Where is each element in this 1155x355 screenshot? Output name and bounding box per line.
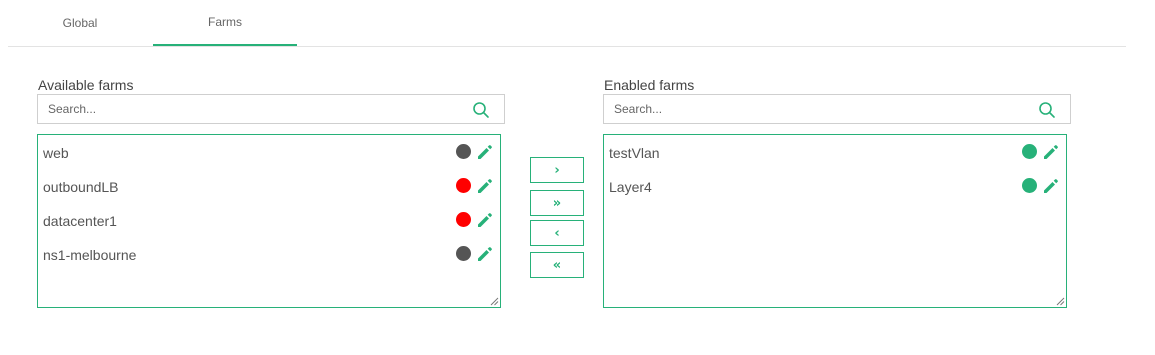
enabled-search-box — [603, 94, 1071, 124]
available-farms-title: Available farms — [38, 77, 134, 93]
edit-pencil-icon[interactable] — [1042, 143, 1060, 161]
list-item[interactable]: web — [38, 137, 500, 171]
status-dot-icon — [456, 246, 471, 261]
enabled-search-input[interactable] — [604, 95, 1024, 123]
enabled-farms-list[interactable]: testVlan Layer4 — [603, 134, 1067, 308]
search-icon[interactable] — [1038, 101, 1056, 119]
list-item[interactable]: outboundLB — [38, 171, 500, 205]
resize-handle-icon[interactable] — [489, 296, 499, 306]
status-dot-icon — [1022, 144, 1037, 159]
move-all-left-button[interactable]: « — [530, 252, 584, 278]
resize-handle-icon[interactable] — [1055, 296, 1065, 306]
move-selected-left-button[interactable]: ‹ — [530, 220, 584, 246]
available-search-input[interactable] — [38, 95, 458, 123]
farm-name: datacenter1 — [43, 213, 117, 229]
edit-pencil-icon[interactable] — [476, 143, 494, 161]
list-item[interactable]: datacenter1 — [38, 205, 500, 239]
farm-name: web — [43, 145, 69, 161]
move-selected-right-button[interactable]: › — [530, 157, 584, 183]
edit-pencil-icon[interactable] — [476, 211, 494, 229]
move-all-right-button[interactable]: » — [530, 190, 584, 216]
edit-pencil-icon[interactable] — [476, 245, 494, 263]
list-item[interactable]: ns1-melbourne — [38, 239, 500, 273]
available-farms-list[interactable]: web outboundLB datacenter1 ns1-melbourne — [37, 134, 501, 308]
enabled-farms-title: Enabled farms — [604, 77, 695, 93]
status-dot-icon — [456, 144, 471, 159]
list-item[interactable]: Layer4 — [604, 171, 1066, 205]
tab-global[interactable]: Global — [8, 0, 152, 46]
farm-name: testVlan — [609, 145, 660, 161]
edit-pencil-icon[interactable] — [476, 177, 494, 195]
status-dot-icon — [1022, 178, 1037, 193]
farm-name: outboundLB — [43, 179, 119, 195]
tab-bar: Global Farms — [8, 0, 1126, 47]
edit-pencil-icon[interactable] — [1042, 177, 1060, 195]
status-dot-icon — [456, 178, 471, 193]
farm-name: Layer4 — [609, 179, 652, 195]
tab-farms[interactable]: Farms — [153, 0, 297, 46]
list-item[interactable]: testVlan — [604, 137, 1066, 171]
available-search-box — [37, 94, 505, 124]
status-dot-icon — [456, 212, 471, 227]
search-icon[interactable] — [472, 101, 490, 119]
farm-name: ns1-melbourne — [43, 247, 137, 263]
